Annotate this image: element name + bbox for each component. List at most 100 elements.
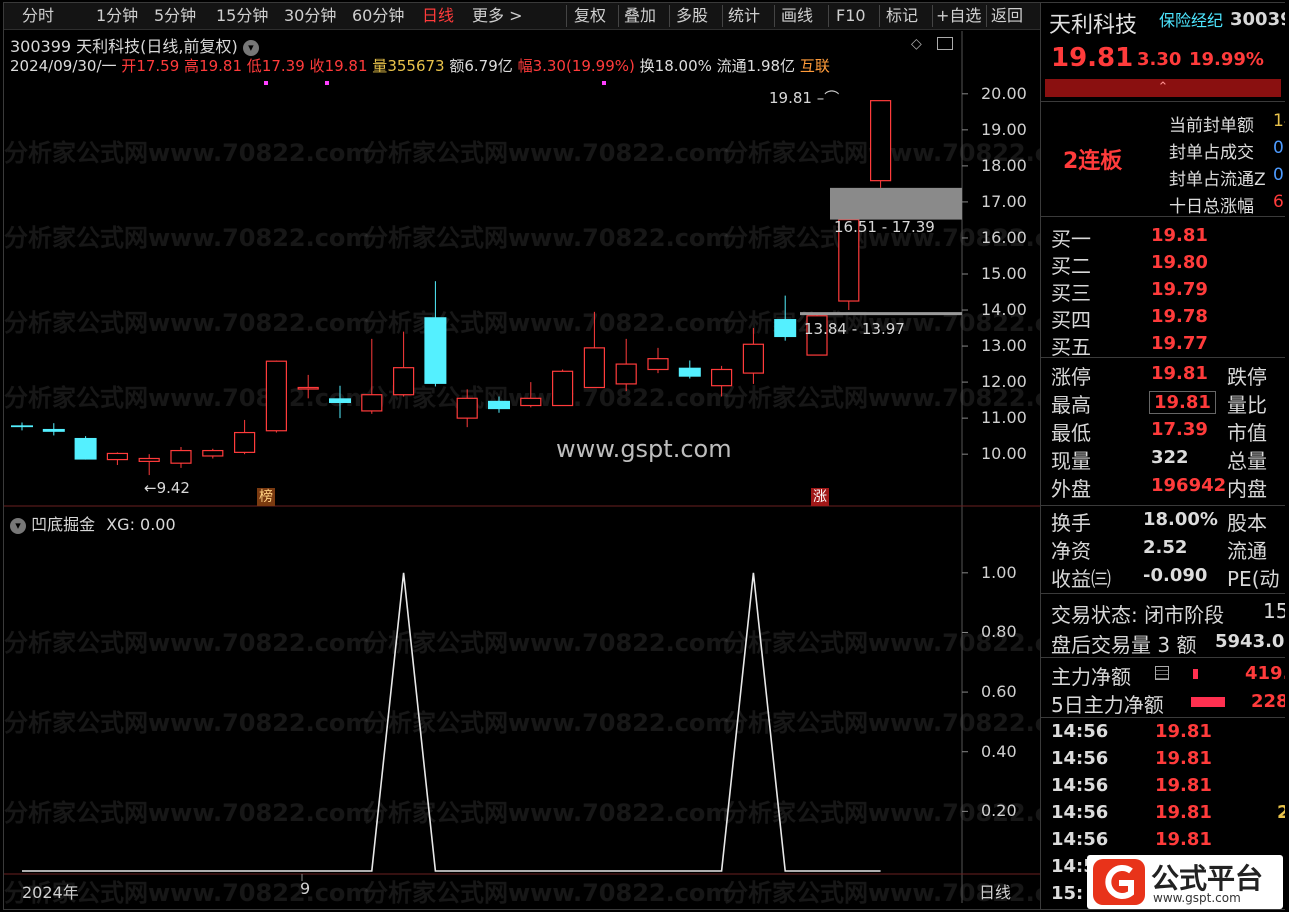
stat-label-right: 市值 [1227,421,1267,445]
tick-time: 14:56 [1051,829,1109,850]
main-net-value: 419. [1245,663,1285,684]
fin-value: -0.090 [1143,565,1208,586]
candle-body-up [615,363,637,385]
x-axis-month: 9 [300,879,311,898]
divider [1041,657,1285,658]
stat-value: 19.81 [1149,391,1216,414]
bid-label: 买五 [1051,335,1091,359]
seal-value: 14 [1273,111,1285,131]
stat-label-right: 内盘 [1227,477,1267,501]
price-tick-label: 17.00 [981,191,1027,211]
boards-count: 2连板 [1063,149,1123,174]
tick-time: 14:56 [1051,775,1109,796]
stock-code: 300399 [1230,9,1285,30]
candle-body-up [647,358,669,371]
event-dot [264,81,268,85]
candle-body-down [329,398,351,403]
gspt-logo-icon [1093,859,1145,905]
stat-label: 最低 [1051,421,1091,445]
price-tick-label: 20.00 [981,83,1027,103]
price-tick-label: 19.00 [981,119,1027,139]
tick-volume: 2 [1277,802,1285,823]
candle-body-up [234,431,256,453]
stock-header: 天利科技 保险经纪 300399 [1041,7,1285,38]
collapse-bar[interactable]: ⌃ [1045,79,1281,97]
candle-body-down [488,400,510,410]
candle-body-up [520,397,542,407]
tick-price: 19.81 [1155,748,1212,769]
stat-value: 17.39 [1151,419,1208,440]
candle-body-down [74,437,97,460]
range-label-1: 16.51 - 17.39 [834,218,935,236]
fin-label-right: 股本 [1227,511,1267,535]
bid-price: 19.77 [1151,333,1208,354]
fin-value: 18.00% [1143,509,1218,530]
seal-value: 61 [1273,192,1285,212]
main-net5-value: 228 [1251,691,1285,712]
candle-body-up [106,452,129,461]
price-tick-label: 10.00 [981,444,1027,464]
quote-panel: 天利科技 保险经纪 300399 19.81 3.30 19.99% ⌃ 2连板… [1040,3,1285,909]
indicator-tick-label: 0.40 [981,741,1017,761]
main-net5-bar [1191,697,1225,707]
xg-signal-line [22,572,881,872]
stat-value: 196942 [1151,475,1227,496]
tick-time: 15: [1051,883,1084,904]
gspt-logo: 公式平台 www.gspt.com [1087,855,1283,909]
candle-body-up [297,386,319,390]
indicator-tick-label: 0.80 [981,622,1017,642]
site-watermark: www.gspt.com [556,435,732,463]
tick-price: 19.81 [1155,721,1212,742]
candle-body-down [424,317,447,384]
price-tick-label: 13.00 [981,336,1027,356]
high-marker-value: 19.81 [769,89,812,107]
high-marker: 19.81 –⌒ [769,89,840,107]
candle-body-up [361,394,383,412]
sector-tag[interactable]: 保险经纪 [1159,7,1223,31]
after-hours-label: 盘后交易量 3 额 [1051,633,1197,657]
candle-body-up [170,449,192,464]
candle-body-up [710,368,733,387]
divider [1041,717,1285,718]
trade-state: 交易状态: 闭市阶段 [1051,603,1225,627]
list-icon[interactable] [1155,666,1169,680]
event-dot [325,81,329,85]
bid-label: 买一 [1051,227,1091,251]
fin-label: 净资 [1051,539,1091,563]
kline-chart[interactable] [4,3,1040,909]
bid-price: 19.79 [1151,279,1208,300]
price-tick-label: 12.00 [981,372,1027,392]
fin-label-right: 流通 [1227,539,1267,563]
tick-time: 14:56 [1051,802,1109,823]
price-row: 19.81 3.30 19.99% [1041,43,1285,77]
seal-label: 封单占成交 [1169,143,1254,163]
candle-body-up [583,347,606,389]
indicator-name[interactable]: 凹底掘金 [31,515,95,534]
trade-state-time: 15 [1263,599,1285,623]
bid-label: 买三 [1051,281,1091,305]
tag-bang[interactable]: 榜 [257,488,275,506]
candle-body-down [11,425,33,428]
bid-price: 19.80 [1151,252,1208,273]
indicator-tick-label: 0.60 [981,682,1017,702]
main-net-label: 主力净额 [1051,665,1131,689]
fin-label-right: PE(动 [1227,567,1280,591]
candle-body-up [551,370,574,407]
indicator-title-row: ▾ 凹底掘金 XG: 0.00 [10,511,176,535]
period-label[interactable]: 日线 [979,879,1011,903]
stat-label: 外盘 [1051,477,1091,501]
price-tick-label: 18.00 [981,155,1027,175]
tag-zhang[interactable]: 涨 [811,488,829,506]
stat-value: 19.81 [1151,363,1208,384]
candle-body-down [774,319,797,338]
stat-label-right: 总量 [1227,449,1267,473]
price-change: 3.30 [1137,49,1182,70]
logo-url: www.gspt.com [1153,891,1241,905]
last-price: 19.81 [1051,43,1134,73]
price-tick-label: 14.00 [981,300,1027,320]
bid-price: 19.81 [1151,225,1208,246]
candle-body-up [869,100,892,182]
event-dot [602,81,606,85]
candle-body-up [202,449,224,457]
chevron-down-icon[interactable]: ▾ [10,517,26,534]
